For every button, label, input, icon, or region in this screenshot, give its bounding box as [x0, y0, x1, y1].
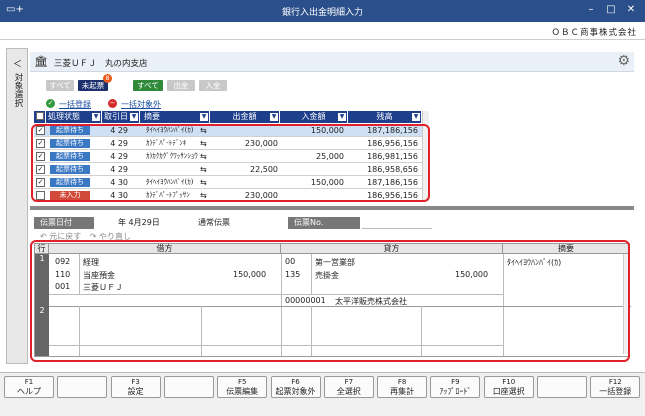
bank-name: 三菱ＵＦＪ 丸の内支店 [54, 59, 148, 69]
fkey-number: F6 [291, 378, 300, 386]
filter-out[interactable]: 出金 [167, 80, 195, 91]
bulk-exclude-link[interactable]: 一括対象外 [121, 99, 161, 110]
col-date-header[interactable]: 取引日 ▼ [102, 111, 140, 123]
fkey-number: F8 [397, 378, 407, 386]
side-panel-tab[interactable]: ＜ 対象選択 [6, 48, 28, 364]
col-in-header[interactable]: 入金額 ▼ [280, 111, 348, 123]
title-bar: ▭+ 銀行入出金明細入力 – □ ✕ [0, 0, 645, 22]
fkey-label: 一括登録 [599, 387, 632, 396]
fkey-button-4[interactable] [163, 376, 214, 398]
fkey-number: F12 [608, 378, 622, 386]
bank-account-bar: 🏛 三菱ＵＦＪ 丸の内支店 ⚙ [30, 52, 634, 72]
filter-all-type[interactable]: すべて [133, 80, 163, 91]
chevron-down-icon: ▼ [338, 113, 346, 121]
fkey-number: F3 [131, 378, 140, 386]
bank-icon: 🏛 [34, 55, 48, 68]
fkey-number: F9 [451, 378, 460, 386]
col-balance-header[interactable]: 残高 ▼ [348, 111, 422, 123]
fkey-label: 全選択 [336, 387, 361, 396]
fkey-label: ｱｯﾌﾟﾛｰﾄﾞ [439, 387, 472, 396]
side-panel-label: 対象選択 [13, 73, 23, 107]
col-out-header[interactable]: 出金額 ▼ [210, 111, 280, 123]
fkey-button-6[interactable]: F6 起票対象外 [270, 376, 321, 398]
fkey-label: 設定 [127, 387, 144, 396]
select-all-header[interactable] [34, 111, 46, 123]
fkey-number: F5 [237, 378, 247, 386]
fkey-button-7[interactable]: F7 全選択 [323, 376, 374, 398]
col-status-header[interactable]: 処理状態 ▼ [46, 111, 102, 123]
fkey-number: F10 [502, 378, 516, 386]
grid-highlight [31, 124, 430, 202]
bulk-register-link[interactable]: 一括登録 [59, 99, 91, 110]
journal-highlight [30, 240, 630, 362]
window-title: 銀行入出金明細入力 [281, 8, 363, 18]
fkey-button-9[interactable]: F9 ｱｯﾌﾟﾛｰﾄﾞ [430, 376, 481, 398]
fkey-button-3[interactable]: F3 設定 [110, 376, 161, 398]
fkey-button-1[interactable]: F1 ヘルプ [4, 376, 54, 398]
chevron-down-icon: ▼ [412, 113, 420, 121]
fkey-button-2[interactable] [57, 376, 108, 398]
chevron-right-icon: ＜ [13, 60, 23, 70]
fkey-label: 再集計 [390, 387, 415, 396]
filter-in[interactable]: 入金 [199, 80, 227, 91]
gear-icon[interactable]: ⚙ [617, 53, 630, 69]
voucher-no-label: 伝票No. [288, 217, 360, 229]
fkey-button-12[interactable]: F12 一括登録 [590, 376, 641, 398]
splitter[interactable] [30, 206, 634, 210]
minimize-icon[interactable]: – [583, 3, 599, 17]
function-key-bar: F1 ヘルプ F3 設定 F5 伝票編集 F6 起票対象外 F7 全選択 F8 再集計 F9 ｱｯﾌﾟﾛｰ… [0, 372, 645, 416]
voucher-type[interactable]: 通常伝票 [198, 217, 230, 229]
company-bar: ＯＢＣ商事株式会社 [0, 22, 645, 40]
company-name: ＯＢＣ商事株式会社 [551, 28, 637, 38]
fkey-label: ヘルプ [17, 387, 41, 396]
chevron-down-icon: ▼ [270, 113, 278, 121]
voucher-no-field[interactable] [362, 217, 432, 229]
check-circle-icon: ✓ [46, 99, 55, 108]
minus-circle-icon: − [108, 99, 117, 108]
unprocessed-count-badge: 8 [103, 74, 112, 83]
fkey-label: 伝票編集 [226, 387, 259, 396]
fkey-button-8[interactable]: F8 再集計 [377, 376, 428, 398]
col-memo-header[interactable]: 摘要 ▼ [140, 111, 210, 123]
chevron-down-icon: ▼ [200, 113, 208, 121]
chevron-down-icon: ▼ [130, 113, 138, 121]
filter-all-status[interactable]: すべて [46, 80, 74, 91]
maximize-icon[interactable]: □ [603, 3, 619, 17]
close-icon[interactable]: ✕ [623, 3, 639, 17]
fkey-label: 口座選択 [492, 387, 525, 396]
fkey-button-10[interactable]: F10 口座選択 [483, 376, 534, 398]
fkey-button-5[interactable]: F5 伝票編集 [217, 376, 268, 398]
fkey-number: F1 [24, 378, 34, 386]
chevron-down-icon: ▼ [92, 113, 100, 121]
voucher-date-label: 伝票日付 [34, 217, 94, 229]
fkey-label: 起票対象外 [275, 387, 316, 396]
fkey-number: F7 [344, 378, 354, 386]
fkey-button-11[interactable] [537, 376, 587, 398]
voucher-date-field[interactable]: 年 4月29日 [118, 217, 160, 229]
